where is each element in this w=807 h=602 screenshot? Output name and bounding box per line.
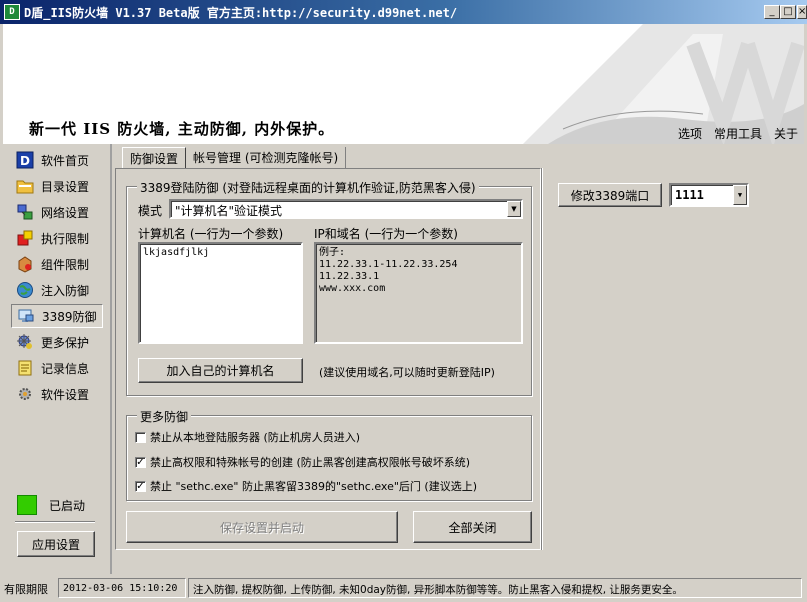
rdp-defense-group: 3389登陆防御 (对登陆远程桌面的计算机作验证,防范黑客入侵) 模式 "计算机…	[126, 179, 532, 396]
option-label: 禁止高权限和特殊帐号的创建 (防止黑客创建高权限帐号破坏系统)	[150, 456, 471, 469]
log-icon	[15, 358, 35, 378]
right-divider	[541, 168, 543, 550]
change-3389-port-button[interactable]: 修改3389端口	[558, 183, 662, 207]
chevron-down-icon[interactable]: ▼	[507, 201, 521, 217]
sidebar-item-directory[interactable]: 目录设置	[11, 174, 103, 198]
apply-settings-button[interactable]: 应用设置	[17, 531, 95, 557]
d-logo-icon: D	[15, 150, 35, 170]
computer-name-label: 计算机名 (一行为一个参数)	[138, 227, 284, 241]
shield-icon	[15, 332, 35, 352]
mode-label: 模式	[138, 204, 163, 218]
close-all-button[interactable]: 全部关闭	[413, 511, 532, 543]
more-defense-title: 更多防御	[137, 408, 192, 425]
menu-about[interactable]: 关于	[768, 123, 804, 143]
datetime-display: 2012-03-06 15:10:20	[58, 578, 186, 598]
maximize-button[interactable]: □	[780, 5, 796, 19]
option-label: 禁止从本地登陆服务器 (防止机房人员进入)	[150, 431, 361, 444]
sidebar-item-label: 组件限制	[41, 257, 90, 272]
domain-hint: (建议使用域名,可以随时更新登陆IP)	[319, 366, 495, 379]
svg-text:D: D	[20, 154, 30, 168]
tab-defense-settings[interactable]: 防御设置	[122, 147, 187, 169]
sidebar-item-injection[interactable]: 注入防御	[11, 278, 103, 302]
sidebar-item-exec-limit[interactable]: 执行限制	[11, 226, 103, 250]
port-value: 1111	[675, 188, 704, 202]
checkbox-checked[interactable]: ✓	[135, 480, 146, 492]
sidebar-item-label: 目录设置	[41, 179, 90, 194]
rdp-group-title: 3389登陆防御 (对登陆远程桌面的计算机作验证,防范黑客入侵)	[137, 179, 479, 196]
sidebar-item-more-protection[interactable]: 更多保护	[11, 330, 103, 354]
ip-domain-label: IP和域名 (一行为一个参数)	[314, 227, 458, 241]
port-select[interactable]: 1111 ▼	[669, 183, 749, 207]
status-label: 已启动	[49, 498, 86, 513]
sidebar-item-3389[interactable]: 3389防御	[11, 304, 103, 328]
network-icon	[15, 202, 35, 222]
sidebar-item-label: 3389防御	[42, 309, 97, 324]
sidebar-item-label: 注入防御	[41, 283, 90, 298]
option-label: 禁止 "sethc.exe" 防止黑客留3389的"sethc.exe"后门 (…	[150, 480, 477, 493]
tab-bar: 防御设置 帐号管理 (可检测克隆帐号)	[118, 147, 347, 169]
computer-name-input[interactable]: lkjasdfjlkj	[138, 242, 303, 344]
more-defense-group: 更多防御 禁止从本地登陆服务器 (防止机房人员进入) ✓ 禁止高权限和特殊帐号的…	[126, 408, 532, 501]
menu-options[interactable]: 选项	[672, 123, 708, 143]
sidebar-item-label: 执行限制	[41, 231, 90, 246]
folder-icon	[15, 176, 35, 196]
sidebar-item-label: 软件设置	[41, 387, 90, 402]
option-block-admin-creation[interactable]: ✓ 禁止高权限和特殊帐号的创建 (防止黑客创建高权限帐号破坏系统)	[135, 454, 470, 470]
sidebar-item-network[interactable]: 网络设置	[11, 200, 103, 224]
save-and-start-button[interactable]: 保存设置并启动	[126, 511, 398, 543]
sidebar: D 软件首页 目录设置 网络设置 执行限制 组件限制 注入防御 3389防御 更…	[3, 144, 112, 574]
license-status: 有限期限	[4, 583, 48, 596]
sidebar-item-home[interactable]: D 软件首页	[11, 148, 103, 172]
sidebar-item-label: 记录信息	[41, 361, 90, 376]
minimize-button[interactable]: _	[764, 5, 780, 19]
chevron-down-icon[interactable]: ▼	[733, 185, 747, 205]
status-bar: 有限期限 2012-03-06 15:10:20 注入防御, 提权防御, 上传防…	[0, 578, 807, 600]
add-own-computer-button[interactable]: 加入自己的计算机名	[138, 358, 303, 383]
sidebar-item-software-settings[interactable]: 软件设置	[11, 382, 103, 406]
tab-account-management[interactable]: 帐号管理 (可检测克隆帐号)	[186, 147, 347, 169]
remote-desktop-icon	[16, 306, 36, 326]
globe-icon	[15, 280, 35, 300]
mode-select[interactable]: "计算机名"验证模式 ▼	[169, 199, 523, 219]
sidebar-item-label: 软件首页	[41, 153, 90, 168]
close-button[interactable]: ×	[797, 5, 807, 19]
sidebar-item-logs[interactable]: 记录信息	[11, 356, 103, 380]
gear-icon	[15, 384, 35, 404]
option-block-local-login[interactable]: 禁止从本地登陆服务器 (防止机房人员进入)	[135, 429, 360, 445]
banner: 新一代 IIS 防火墙, 主动防御, 内外保护。 选项 常用工具 关于	[3, 24, 804, 144]
sidebar-item-label: 网络设置	[41, 205, 90, 220]
sidebar-item-label: 更多保护	[41, 335, 90, 350]
checkbox[interactable]	[135, 431, 146, 443]
sidebar-divider	[15, 521, 95, 523]
content-panel: 3389登陆防御 (对登陆远程桌面的计算机作验证,防范黑客入侵) 模式 "计算机…	[115, 168, 541, 550]
sidebar-item-component-limit[interactable]: 组件限制	[11, 252, 103, 276]
option-block-sethc[interactable]: ✓ 禁止 "sethc.exe" 防止黑客留3389的"sethc.exe"后门…	[135, 478, 477, 494]
block-icon	[15, 228, 35, 248]
menu-bar: 选项 常用工具 关于	[672, 123, 804, 143]
app-icon: D	[4, 4, 20, 20]
component-icon	[15, 254, 35, 274]
status-message: 注入防御, 提权防御, 上传防御, 未知0day防御, 异形脚本防御等等。防止黑…	[188, 578, 802, 598]
service-status: 已启动	[15, 491, 95, 519]
title-bar: D D盾_IIS防火墙 V1.37 Beta版 官方主页:http://secu…	[0, 0, 807, 24]
ip-domain-input[interactable]: 例子: 11.22.33.1-11.22.33.254 11.22.33.1 w…	[314, 242, 523, 344]
slogan: 新一代 IIS 防火墙, 主动防御, 内外保护。	[29, 120, 335, 138]
checkbox-checked[interactable]: ✓	[135, 456, 146, 468]
menu-tools[interactable]: 常用工具	[708, 123, 768, 143]
window-title: D盾_IIS防火墙 V1.37 Beta版 官方主页:http://securi…	[24, 6, 458, 20]
status-indicator	[17, 495, 37, 515]
mode-value: "计算机名"验证模式	[175, 204, 283, 218]
